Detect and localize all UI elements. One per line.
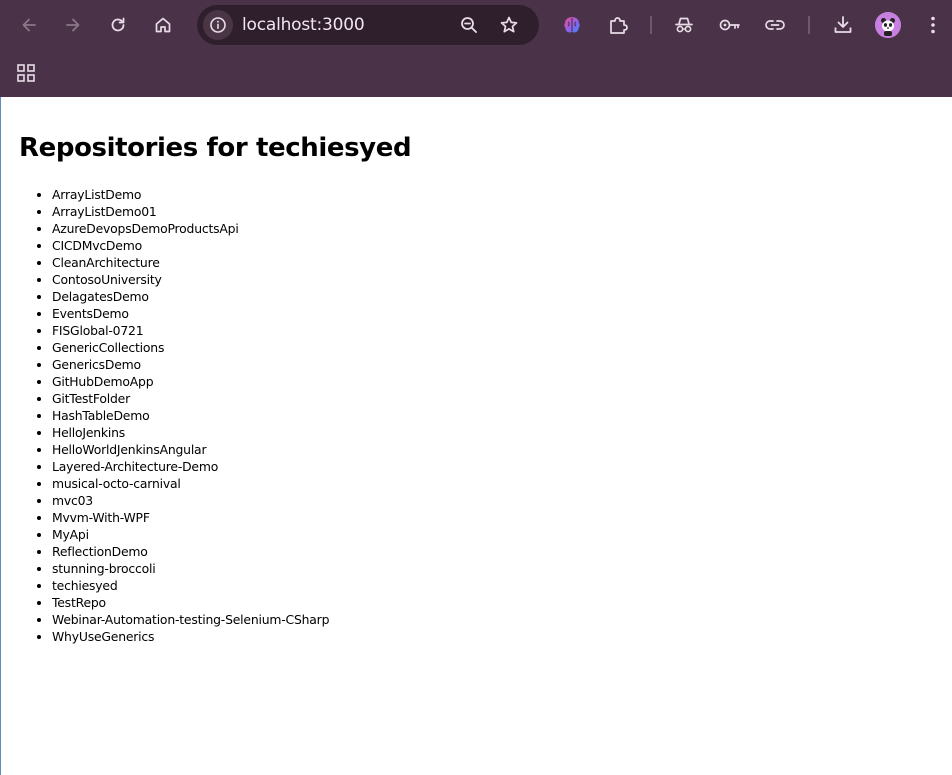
repository-list-item: ReflectionDemo — [52, 543, 329, 560]
repository-list-item: GenericCollections — [52, 339, 329, 356]
star-icon — [500, 16, 518, 33]
brain-icon — [564, 17, 580, 33]
link-icon — [765, 20, 785, 30]
repository-list-item: TestRepo — [52, 594, 329, 611]
toolbar-separator — [808, 16, 810, 34]
repository-list-item: EventsDemo — [52, 305, 329, 322]
bookmarks-bar — [0, 52, 952, 97]
back-button[interactable] — [14, 10, 44, 40]
home-icon — [155, 17, 171, 33]
browser-chrome: localhost:3000 — [0, 0, 952, 97]
repository-list-item: MyApi — [52, 526, 329, 543]
repository-list-item: CICDMvcDemo — [52, 237, 329, 254]
forward-button[interactable] — [58, 10, 88, 40]
incognito-button[interactable] — [669, 10, 699, 40]
repository-list-item: stunning-broccoli — [52, 560, 329, 577]
site-info-button[interactable] — [203, 10, 233, 40]
page-content: Repositories for techiesyed ArrayListDem… — [0, 97, 952, 775]
repository-list-item: HelloJenkins — [52, 424, 329, 441]
arrow-right-icon — [66, 18, 80, 32]
repository-list-item: HashTableDemo — [52, 407, 329, 424]
home-button[interactable] — [148, 10, 178, 40]
apps-button[interactable] — [11, 58, 41, 88]
repository-list-item: Layered-Architecture-Demo — [52, 458, 329, 475]
repository-list-item: GitTestFolder — [52, 390, 329, 407]
info-icon — [210, 17, 226, 33]
repository-list-item: DelagatesDemo — [52, 288, 329, 305]
bookmark-star-button[interactable] — [495, 11, 523, 39]
repository-list-item: CleanArchitecture — [52, 254, 329, 271]
arrow-left-icon — [22, 18, 36, 32]
repository-list-item: WhyUseGenerics — [52, 628, 329, 645]
extensions-button[interactable] — [603, 10, 633, 40]
browser-toolbar: localhost:3000 — [0, 0, 952, 52]
panda-avatar-icon — [875, 12, 901, 38]
profile-avatar[interactable] — [875, 12, 901, 38]
puzzle-icon — [610, 17, 628, 34]
zoom-out-icon — [461, 17, 477, 33]
repository-list-item: techiesyed — [52, 577, 329, 594]
repository-list-item: GenericsDemo — [52, 356, 329, 373]
repository-list-item: ContosoUniversity — [52, 271, 329, 288]
downloads-button[interactable] — [828, 10, 858, 40]
passwords-button[interactable] — [715, 10, 745, 40]
link-button[interactable] — [760, 10, 790, 40]
page-title: Repositories for techiesyed — [19, 133, 412, 163]
repository-list-item: FISGlobal-0721 — [52, 322, 329, 339]
reload-icon — [111, 17, 125, 32]
gemini-button[interactable] — [557, 10, 587, 40]
repository-list: ArrayListDemoArrayListDemo01AzureDevopsD… — [12, 186, 329, 645]
repository-list-item: Mvvm-With-WPF — [52, 509, 329, 526]
repository-list-item: musical-octo-carnival — [52, 475, 329, 492]
incognito-icon — [675, 17, 693, 33]
address-bar[interactable]: localhost:3000 — [197, 5, 539, 45]
kebab-menu-icon — [931, 16, 935, 34]
toolbar-separator — [650, 16, 652, 34]
repository-list-item: GitHubDemoApp — [52, 373, 329, 390]
repository-list-item: AzureDevopsDemoProductsApi — [52, 220, 329, 237]
repository-list-item: HelloWorldJenkinsAngular — [52, 441, 329, 458]
apps-grid-icon — [17, 64, 35, 82]
zoom-button[interactable] — [455, 11, 483, 39]
repository-list-item: mvc03 — [52, 492, 329, 509]
key-icon — [719, 19, 740, 31]
browser-menu-button[interactable] — [918, 10, 948, 40]
reload-button[interactable] — [103, 10, 133, 40]
repository-list-item: Webinar-Automation-testing-Selenium-CSha… — [52, 611, 329, 628]
url-text[interactable]: localhost:3000 — [242, 15, 365, 35]
repository-list-item: ArrayListDemo — [52, 186, 329, 203]
download-icon — [834, 16, 852, 33]
repository-list-item: ArrayListDemo01 — [52, 203, 329, 220]
